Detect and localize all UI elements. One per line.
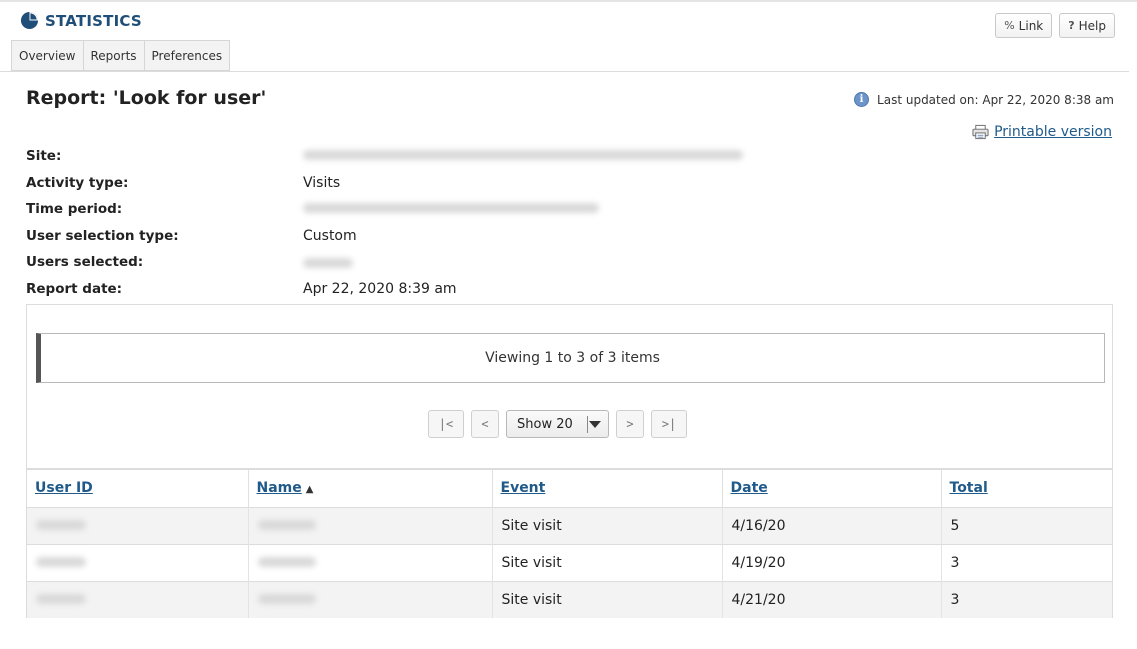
user-id-cell-redacted xyxy=(27,580,249,618)
pager: |< < Show 20 > >| xyxy=(428,410,687,438)
date-cell: 4/16/20 xyxy=(722,506,942,544)
event-cell: Site visit xyxy=(492,543,723,581)
last-updated-text: Last updated on: Apr 22, 2020 8:38 am xyxy=(877,92,1114,107)
column-event: Event xyxy=(492,468,723,507)
tab-preferences[interactable]: Preferences xyxy=(143,40,231,71)
name-cell-redacted xyxy=(248,506,493,544)
site-label: Site: xyxy=(26,148,62,164)
top-actions: % Link ? Help xyxy=(995,13,1115,38)
viewing-status: Viewing 1 to 3 of 3 items xyxy=(36,333,1105,383)
selection-label: User selection type: xyxy=(26,228,179,244)
sort-ascending-icon: ▲​ xyxy=(305,484,314,496)
page-title: Report: 'Look for user' xyxy=(26,87,267,109)
link-icon: % xyxy=(1004,19,1015,32)
date-value: Apr 22, 2020 8:39 am xyxy=(303,281,457,297)
app-brand: STATISTICS xyxy=(20,11,142,30)
selection-value: Custom xyxy=(303,228,357,244)
column-date: Date xyxy=(722,468,942,507)
next-page-button[interactable]: > xyxy=(616,410,644,438)
caret-down-icon xyxy=(589,421,601,428)
last-updated: i Last updated on: Apr 22, 2020 8:38 am xyxy=(854,92,1114,107)
tab-reports[interactable]: Reports xyxy=(82,40,144,71)
date-label: Report date: xyxy=(26,281,123,297)
site-value-redacted xyxy=(303,148,743,164)
sort-name-link[interactable]: Name xyxy=(257,480,302,496)
page-size-select[interactable]: Show 20 xyxy=(506,410,609,438)
results-table: User ID Name ▲​ Event Date Total Site vis… xyxy=(27,468,1112,618)
sort-date-link[interactable]: Date xyxy=(731,480,768,496)
period-label: Time period: xyxy=(26,201,123,217)
tab-overview[interactable]: Overview xyxy=(11,40,83,71)
sort-event-link[interactable]: Event xyxy=(501,480,546,496)
first-page-button[interactable]: |< xyxy=(428,410,464,438)
name-cell-redacted xyxy=(248,580,493,618)
total-cell: 3 xyxy=(941,580,1112,618)
date-cell: 4/21/20 xyxy=(722,580,942,618)
select-separator xyxy=(587,416,588,433)
printable-version-link[interactable]: Printable version xyxy=(994,124,1112,140)
name-cell-redacted xyxy=(248,543,493,581)
help-icon: ? xyxy=(1068,19,1075,32)
table-row: Site visit 4/21/20 3 xyxy=(27,580,1112,618)
event-cell: Site visit xyxy=(492,580,723,618)
column-user-id: User ID xyxy=(27,468,249,507)
printable-version: Printable version xyxy=(972,124,1112,140)
tab-divider xyxy=(0,71,1129,72)
printer-icon xyxy=(972,124,989,140)
app-title: STATISTICS xyxy=(45,11,142,30)
sort-total-link[interactable]: Total xyxy=(950,480,988,496)
link-button-label: Link xyxy=(1018,18,1044,33)
tool-tabs: Overview Reports Preferences xyxy=(11,40,231,71)
report-results-panel: Viewing 1 to 3 of 3 items |< < Show 20 >… xyxy=(26,304,1113,618)
sort-user-id-link[interactable]: User ID xyxy=(35,480,93,496)
help-button[interactable]: ? Help xyxy=(1059,13,1115,38)
column-name: Name ▲​ xyxy=(248,468,493,507)
total-cell: 3 xyxy=(941,543,1112,581)
help-button-label: Help xyxy=(1078,18,1106,33)
user-id-cell-redacted xyxy=(27,506,249,544)
users-label: Users selected: xyxy=(26,254,144,270)
pie-chart-icon xyxy=(20,11,39,30)
users-value-redacted xyxy=(303,256,353,272)
activity-label: Activity type: xyxy=(26,175,129,191)
table-header-row: User ID Name ▲​ Event Date Total xyxy=(27,468,1112,507)
event-cell: Site visit xyxy=(492,506,723,544)
activity-value: Visits xyxy=(303,175,341,191)
table-row: Site visit 4/16/20 5 xyxy=(27,506,1112,544)
link-button[interactable]: % Link xyxy=(995,13,1053,38)
previous-page-button[interactable]: < xyxy=(471,410,499,438)
date-cell: 4/19/20 xyxy=(722,543,942,581)
page-size-value: Show 20 xyxy=(517,416,573,432)
last-page-button[interactable]: >| xyxy=(651,410,687,438)
info-icon: i xyxy=(854,92,870,107)
period-value-redacted xyxy=(303,201,599,217)
user-id-cell-redacted xyxy=(27,543,249,581)
table-row: Site visit 4/19/20 3 xyxy=(27,543,1112,581)
column-total: Total xyxy=(941,468,1112,507)
top-border xyxy=(0,0,1137,2)
total-cell: 5 xyxy=(941,506,1112,544)
